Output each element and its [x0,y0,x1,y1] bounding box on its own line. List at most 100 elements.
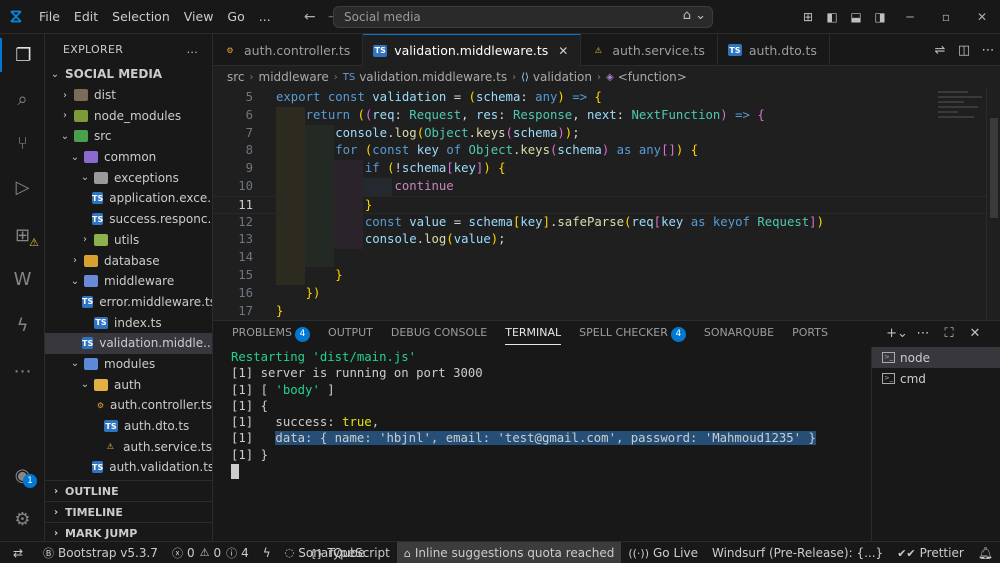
copilot-quota-status[interactable]: ⌂ Inline suggestions quota reached [396,542,622,563]
remote-icon[interactable]: ⇄ [0,546,36,560]
close-window-icon[interactable]: ✕ [964,10,1000,24]
panel-tab[interactable]: SONARQUBE [704,321,774,345]
source-control-icon[interactable]: ⑂ [0,126,45,160]
copilot-icon[interactable]: ⌂ ⌄ [683,8,706,23]
folder-icon [94,378,108,391]
lightning-icon[interactable]: ϟ [256,546,278,560]
tree-item[interactable]: TS validation.middle... [45,332,212,354]
customize-layout-icon[interactable]: ⊞ [796,10,820,24]
menu-edit[interactable]: Edit [67,0,105,34]
search-icon[interactable]: ⌕ [0,82,45,116]
code-text: } [276,303,284,318]
prettier-status[interactable]: ✔✔ Prettier [890,546,971,560]
panel-tab[interactable]: PROBLEMS 4 [232,321,311,345]
tree-item[interactable]: › database [45,250,212,271]
menu-file[interactable]: File [32,0,67,34]
terminal-item-node[interactable]: >_ node [872,347,1000,368]
tree-item[interactable]: ⚙ auth.controller.ts [45,395,212,416]
tree-item[interactable]: › dist [45,85,212,106]
tree-item[interactable]: ⌄ common [45,147,212,168]
mark-jump-section[interactable]: › MARK JUMP [45,522,212,541]
error-count: 0 [186,545,195,560]
breadcrumb-src[interactable]: src [227,70,245,84]
editor-tab[interactable]: ⚠ auth.service.ts [581,34,718,66]
breadcrumb-validation[interactable]: validation [533,70,592,84]
tree-item[interactable]: ⌄ src [45,126,212,147]
double-check-icon: ✔✔ [897,546,916,560]
editor-tab[interactable]: ⚙ auth.controller.ts [213,34,364,66]
tree-item[interactable]: TS error.middleware.ts [45,292,212,313]
more-actions-icon[interactable]: ⋯ [910,326,936,341]
panel-tab[interactable]: TERMINAL [505,321,562,345]
tree-item[interactable]: TS auth.validation.ts [45,457,212,478]
compare-icon[interactable]: ⇌ [928,43,952,58]
terminal-item-cmd[interactable]: >_ cmd [872,368,1000,389]
new-terminal-icon[interactable]: +⌄ [884,326,910,341]
outline-section[interactable]: › OUTLINE [45,480,212,501]
arrow-left-icon[interactable]: ← [298,9,322,25]
editor-tab[interactable]: TS auth.dto.ts [718,34,830,66]
editor-tab[interactable]: TS validation.middleware.ts ✕ [363,34,582,66]
menu-go[interactable]: Go [220,0,251,34]
breadcrumb-file[interactable]: validation.middleware.ts [359,70,507,84]
accounts-icon[interactable]: ◉ 1 [0,458,45,492]
minimize-icon[interactable]: ─ [892,10,928,24]
tree-item[interactable]: TS application.exce... [45,188,212,209]
scrollbar-thumb[interactable] [990,118,998,218]
breadcrumb-function[interactable]: <function> [618,70,687,84]
panel-tabs: PROBLEMS 4 OUTPUT DEBUG CONSOLE TERMINAL SPEL… [213,321,868,345]
tree-item[interactable]: TS success.responc... [45,209,212,230]
editor-scrollbar[interactable] [986,88,1000,320]
toggle-sidebar-icon[interactable]: ◧ [820,10,844,24]
tree-item-label: auth.service.ts [123,439,212,454]
more-views-icon[interactable]: ⋯ [0,354,45,388]
tree-item[interactable]: ⌄ auth [45,374,212,395]
extensions-icon[interactable]: ⊞ ⚠ [0,218,45,252]
workspace-root[interactable]: ⌄ SOCIAL MEDIA [45,64,212,85]
tree-item[interactable]: ⚠ auth.service.ts [45,436,212,457]
toggle-panel-icon[interactable]: ⬓ [844,10,868,24]
menu-selection[interactable]: Selection [105,0,177,34]
tree-item[interactable]: ⌄ modules [45,354,212,375]
split-editor-icon[interactable]: ◫ [952,43,976,58]
breadcrumb-middleware[interactable]: middleware [259,70,329,84]
language-status[interactable]: {} TypeScript [303,546,397,560]
restore-icon[interactable]: ▫ [928,10,964,24]
terminal-output[interactable]: Restarting 'dist/main.js' [1] server is … [231,349,867,539]
go-live-button[interactable]: ((·)) Go Live [621,546,705,560]
chevron-right-icon: › [53,485,59,497]
tree-item[interactable]: ⌄ exceptions [45,167,212,188]
tree-item[interactable]: › node_modules [45,105,212,126]
tree-item[interactable]: TS auth.dto.ts [45,416,212,437]
thunder-icon[interactable]: ϟ [0,308,45,342]
command-center-search[interactable]: Social media ⌂ ⌄ [333,6,713,28]
settings-gear-icon[interactable]: ⚙ [0,502,45,536]
bootstrap-status[interactable]: Ⓑ Bootstrap v5.3.7 [36,545,165,561]
more-actions-icon[interactable]: ⋯ [976,43,1000,58]
windsurf-icon[interactable]: W [0,262,45,296]
notifications-icon[interactable]: 🔔︎ [971,546,1000,560]
panel-tab[interactable]: OUTPUT [328,321,373,345]
tree-item[interactable]: TS index.ts [45,312,212,333]
close-tab-icon[interactable]: ✕ [558,44,568,58]
timeline-section[interactable]: › TIMELINE [45,501,212,522]
minimap[interactable] [938,88,986,148]
timeline-label: TIMELINE [65,505,123,519]
explorer-more-icon[interactable]: ... [187,43,198,56]
menu-view[interactable]: View [177,0,221,34]
problems-status[interactable]: ⓧ 0 ⚠ 0 ⓘ 4 [165,545,256,561]
maximize-panel-icon[interactable]: ⛶ [936,326,962,341]
panel-tab[interactable]: DEBUG CONSOLE [391,321,487,345]
run-debug-icon[interactable]: ▷ [0,170,45,204]
tree-item[interactable]: › utils [45,230,212,251]
code-editor[interactable]: 5 export const validation = (schema: any)… [213,88,1000,320]
panel-tab[interactable]: SPELL CHECKER 4 [579,321,686,345]
close-panel-icon[interactable]: ✕ [962,326,988,341]
windsurf-status[interactable]: Windsurf (Pre-Release): {...} [705,546,890,560]
typescript-file-icon: TS [82,337,94,350]
toggle-secondary-sidebar-icon[interactable]: ◨ [868,10,892,24]
menu-more[interactable]: ... [252,0,278,34]
explorer-icon[interactable]: ❐ [0,38,45,72]
tree-item[interactable]: ⌄ middleware [45,271,212,292]
panel-tab[interactable]: PORTS [792,321,828,345]
